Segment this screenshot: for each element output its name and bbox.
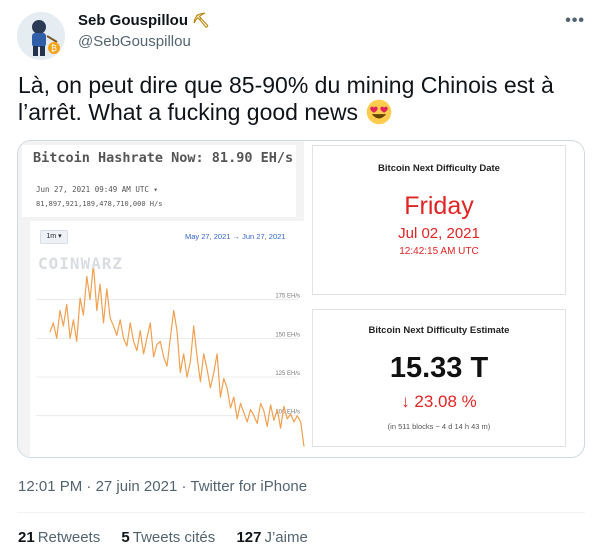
quote-tweets-stat[interactable]: 5 Tweets cités	[121, 529, 215, 546]
difficulty-change: ↓ 23.08 %	[401, 392, 477, 411]
engagement-stats: 21 Retweets 5 Tweets cités 127 J’aime	[18, 529, 325, 546]
retweets-stat[interactable]: 21 Retweets	[18, 529, 100, 546]
retweets-count: 21	[18, 529, 35, 546]
quote-tweets-count: 5	[121, 529, 130, 546]
tweet-media-image[interactable]: Bitcoin Hashrate Now: 81.90 EH/s Jun 27,…	[17, 140, 585, 458]
hashrate-summary: Bitcoin Hashrate Now: 81.90 EH/s Jun 27,…	[22, 145, 296, 217]
avatar[interactable]: ₿	[17, 12, 65, 60]
avatar-illustration-icon: ₿	[17, 12, 65, 60]
tweet-body: Là, on peut dire que 85-90% du mining Ch…	[18, 72, 554, 125]
divider	[17, 512, 585, 513]
retweets-label: Retweets	[37, 529, 101, 546]
heart-eyes-emoji-icon	[367, 99, 392, 125]
difficulty-estimate-box: Bitcoin Next Difficulty Estimate 15.33 T…	[312, 309, 566, 447]
meta-separator: ·	[82, 478, 96, 495]
more-options-icon[interactable]: •••	[565, 12, 585, 30]
range-selector: 1m ▾	[40, 230, 68, 244]
difficulty-date: Jul 02, 2021	[398, 225, 480, 242]
tweet-header: ₿ Seb Gouspillou ⛏ @SebGouspillou •••	[17, 8, 587, 60]
range-dates: May 27, 2021 → Jun 27, 2021	[185, 232, 286, 241]
y-tick-label: 100 EH/s	[275, 410, 300, 416]
quote-tweets-label: Tweets cités	[132, 529, 216, 546]
svg-text:₿: ₿	[51, 44, 57, 53]
hashrate-date: Jun 27, 2021 09:49 AM UTC ▾	[36, 185, 158, 194]
pickaxe-icon: ⛏	[192, 12, 210, 28]
tweet-time[interactable]: 12:01 PM	[18, 478, 82, 495]
likes-label: J’aime	[264, 529, 308, 546]
likes-count: 127	[236, 529, 262, 546]
hashrate-chart-card: 175 EH/s 150 EH/s 125 EH/s 100 EH/s 1m ▾ Ma…	[30, 221, 306, 457]
author-name-text: Seb Gouspillou	[78, 12, 189, 29]
y-tick-label: 175 EH/s	[275, 294, 300, 300]
difficulty-day: Friday	[404, 192, 474, 220]
difficulty-estimate-value: 15.33 T	[389, 352, 489, 384]
hashrate-title: Bitcoin Hashrate Now: 81.90 EH/s	[33, 150, 294, 166]
tweet-source[interactable]: Twitter for iPhone	[190, 478, 307, 495]
author-handle[interactable]: @SebGouspillou	[78, 33, 191, 50]
hashrate-date-text: Jun 27, 2021 09:49 AM UTC	[36, 185, 149, 194]
difficulty-date-title: Bitcoin Next Difficulty Date	[378, 163, 500, 174]
difficulty-date-box: Bitcoin Next Difficulty Date Friday Jul …	[312, 145, 566, 295]
difficulty-detail: (in 511 blocks ~ 4 d 14 h 43 m)	[387, 422, 491, 431]
likes-stat[interactable]: 127 J’aime	[236, 529, 307, 546]
difficulty-time: 12:42:15 AM UTC	[399, 246, 479, 257]
hashrate-panel: Bitcoin Hashrate Now: 81.90 EH/s Jun 27,…	[18, 141, 306, 457]
difficulty-estimate-title: Bitcoin Next Difficulty Estimate	[368, 325, 510, 336]
hashrate-series-line	[49, 263, 305, 447]
coinwarz-watermark: COINWARZ	[38, 254, 124, 273]
y-tick-label: 125 EH/s	[275, 371, 300, 377]
y-tick-label: 150 EH/s	[275, 332, 300, 338]
hashrate-date-marker: ▾	[153, 185, 158, 194]
meta-separator: ·	[177, 478, 191, 495]
tweet-date[interactable]: 27 juin 2021	[96, 478, 178, 495]
tweet-text: Là, on peut dire que 85-90% du mining Ch…	[18, 72, 578, 126]
hashrate-hs-value: 81,897,921,189,478,710,000 H/s	[36, 200, 163, 208]
tweet-meta: 12:01 PM · 27 juin 2021 · Twitter for iP…	[18, 478, 307, 495]
author-name[interactable]: Seb Gouspillou ⛏	[78, 12, 210, 29]
